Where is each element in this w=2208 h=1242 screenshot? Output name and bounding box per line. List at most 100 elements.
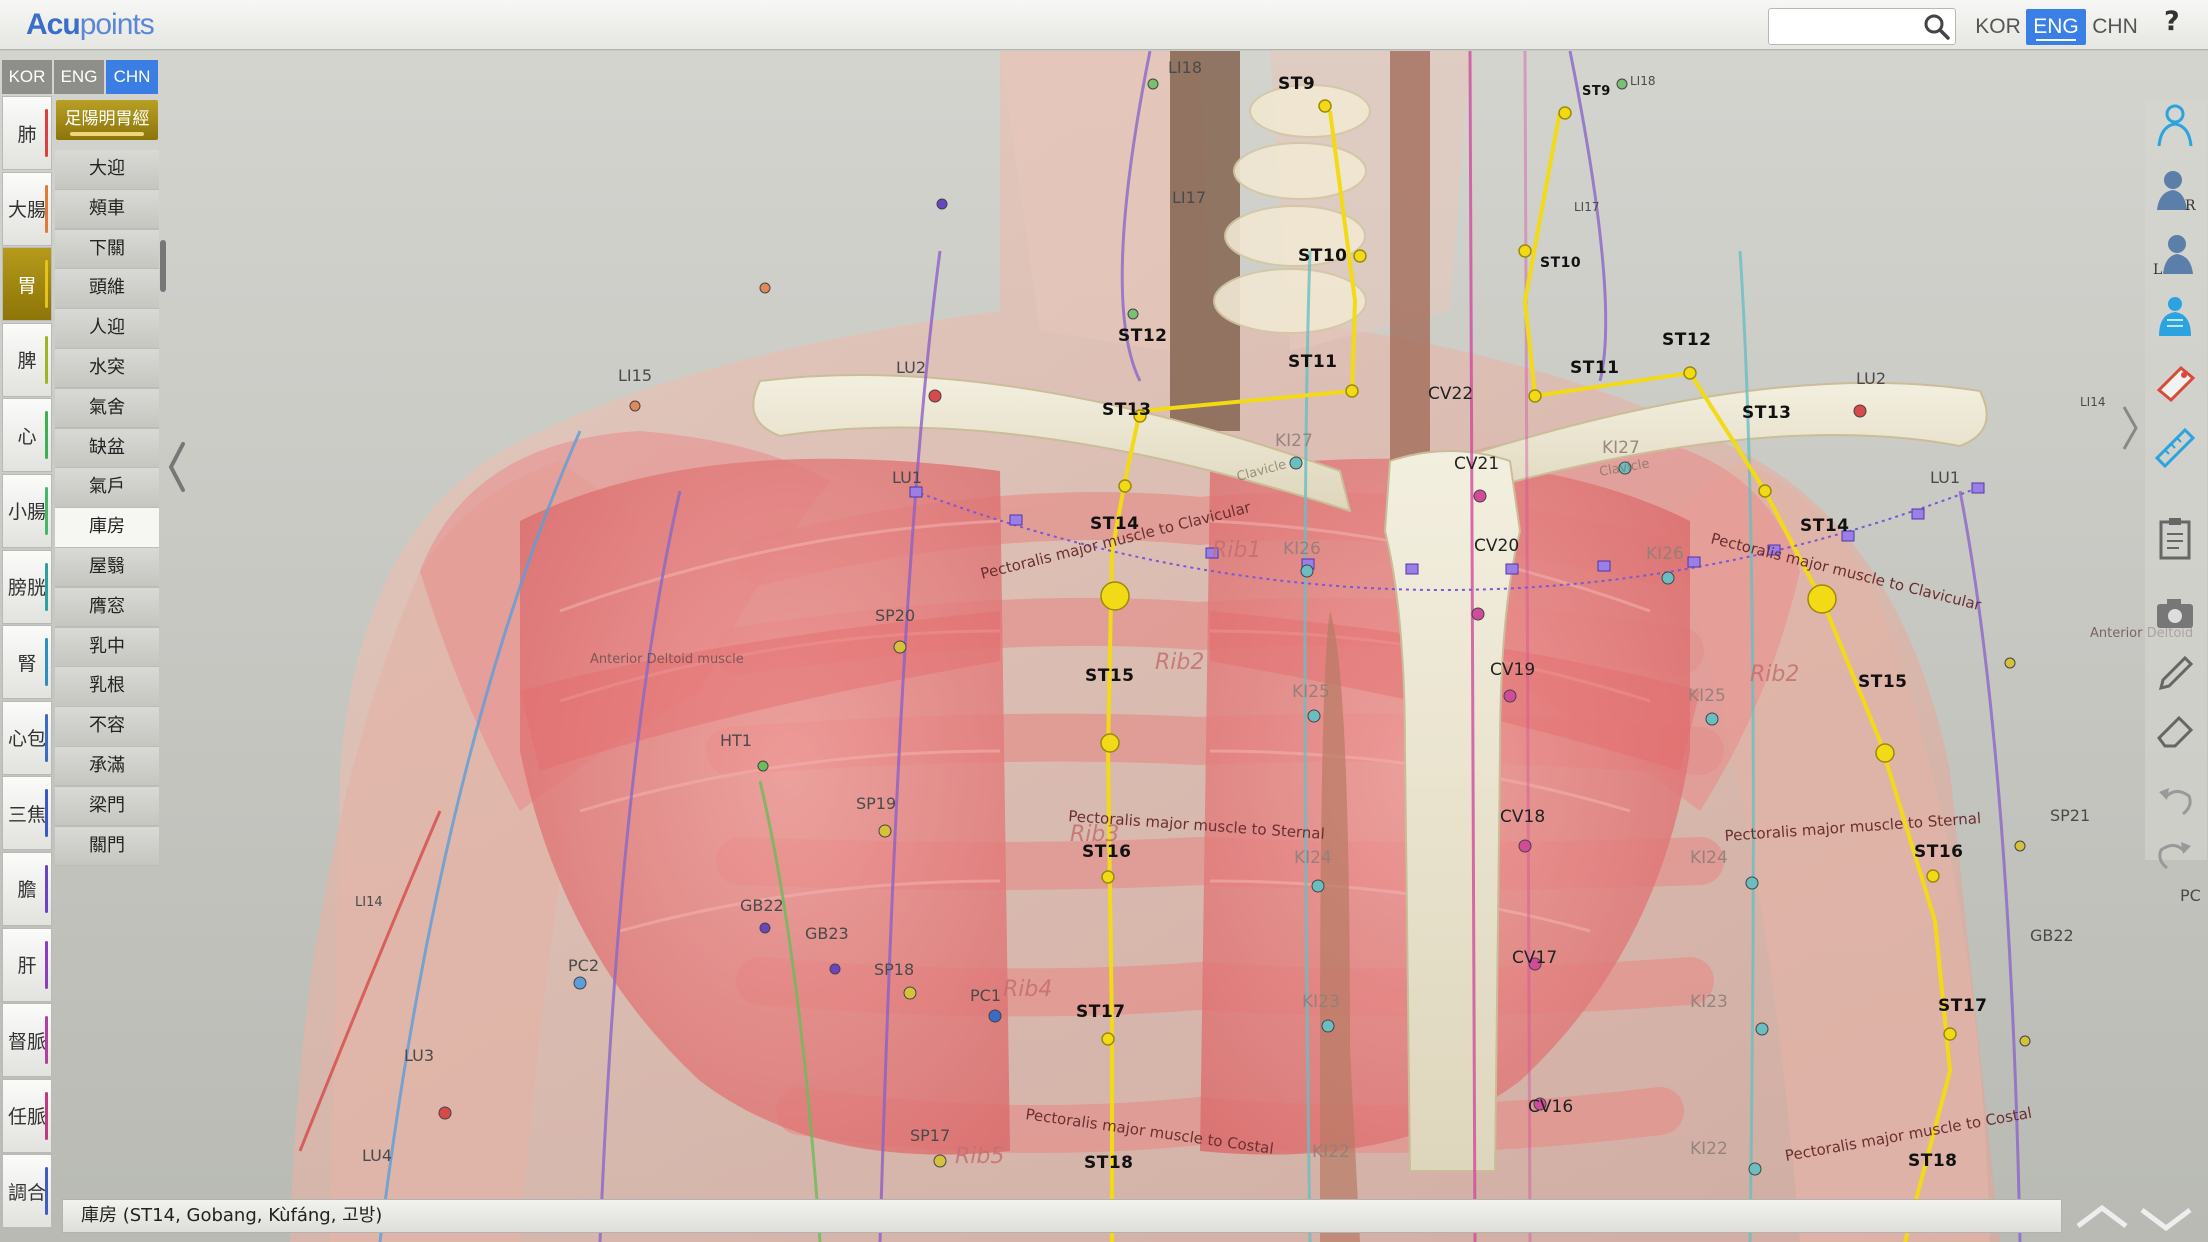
channel-combination[interactable]: 調合 (2, 1154, 52, 1229)
point-item[interactable]: 承滿 (55, 746, 159, 786)
redo-icon (2158, 842, 2191, 870)
label-cv17: CV17 (1512, 948, 1557, 968)
point-item[interactable]: 水突 (55, 348, 159, 388)
point-info-bar: 庫房 (ST14, Gobang, Kùfáng, 고방) (62, 1199, 2062, 1233)
label-lu4: LU4 (362, 1146, 392, 1165)
point-item[interactable]: 氣戶 (55, 468, 159, 507)
anatomy-3d-viewport[interactable]: ST9 ST10 ST11 ST12 ST13 ST14 ST15 ST16 S… (0, 51, 2208, 1242)
channel-kidney[interactable]: 腎 (2, 625, 52, 700)
clipboard-icon (2159, 518, 2191, 560)
channel-heart[interactable]: 心 (2, 398, 52, 473)
label-lu3: LU3 (404, 1046, 434, 1065)
label-cv18: CV18 (1500, 807, 1545, 827)
camera-button[interactable] (2147, 586, 2203, 642)
point-item[interactable]: 下關 (55, 229, 159, 269)
view-muscle-button[interactable] (2147, 290, 2203, 346)
label-st13-right: ST13 (1742, 403, 1792, 423)
channel-spleen[interactable]: 脾 (2, 322, 52, 397)
view-front-button[interactable] (2147, 98, 2203, 154)
left-lang-eng-button[interactable]: ENG (54, 60, 104, 94)
search-icon (1924, 14, 1950, 40)
anatomy-model[interactable]: ST9 ST10 ST11 ST12 ST13 ST14 ST15 ST16 S… (0, 51, 2208, 1242)
lang-eng-button[interactable]: ENG (2026, 9, 2086, 45)
point-item[interactable]: 頰車 (55, 189, 159, 229)
channel-triple-burner[interactable]: 三焦 (2, 776, 52, 851)
search-button[interactable] (1922, 12, 1952, 42)
label-ki23-left: KI23 (1302, 992, 1340, 1012)
pencil-icon (2158, 655, 2194, 691)
eraser-button[interactable] (2147, 702, 2203, 758)
body-right-icon: R (2157, 171, 2196, 214)
scroll-down-button[interactable] (2136, 1196, 2196, 1236)
channel-color-bar (45, 1167, 48, 1216)
label-st17-left: ST17 (1076, 1002, 1126, 1022)
point-item[interactable]: 不容 (55, 707, 159, 746)
lang-kor-button[interactable]: KOR (1972, 9, 2024, 45)
channel-liver[interactable]: 肝 (2, 927, 52, 1002)
channel-label: 腎 (17, 652, 37, 675)
eraser-icon (2157, 715, 2194, 748)
label-st14-right: ST14 (1800, 516, 1850, 536)
undo-button[interactable] (2147, 772, 2203, 828)
collapse-panel-button[interactable] (165, 440, 187, 494)
ruler-button[interactable] (2147, 420, 2203, 476)
body-left-icon: L (2153, 235, 2193, 278)
point-item[interactable]: 缺盆 (55, 428, 159, 468)
chevron-up-icon (2076, 1204, 2128, 1228)
point-item-selected[interactable]: 庫房 (55, 508, 159, 547)
channel-stomach[interactable]: 胃 (2, 247, 52, 322)
channel-color-bar (45, 864, 48, 913)
label-ki23-right: KI23 (1690, 992, 1728, 1012)
notes-button[interactable] (2147, 510, 2203, 566)
view-right-button[interactable]: R (2147, 162, 2203, 218)
label-li15: LI15 (618, 366, 652, 385)
label-anterior-deltoid-left: Anterior Deltoid muscle (590, 652, 744, 667)
channel-gallbladder[interactable]: 膽 (2, 851, 52, 926)
app-logo: Acupoints (26, 8, 155, 42)
point-item[interactable]: 屋翳 (55, 547, 159, 587)
point-item[interactable]: 膺窓 (55, 587, 159, 627)
label-rib1: Rib1 (1212, 538, 1261, 563)
channel-color-bar (45, 562, 48, 611)
view-left-button[interactable]: L (2147, 226, 2203, 282)
point-item[interactable]: 頭維 (55, 269, 159, 308)
point-item[interactable]: 關門 (55, 826, 159, 866)
point-item[interactable]: 人迎 (55, 309, 159, 348)
channel-bladder[interactable]: 膀胱 (2, 549, 52, 624)
help-button[interactable]: ? (2164, 6, 2180, 37)
point-list-scrollbar[interactable] (160, 240, 166, 292)
point-item[interactable]: 大迎 (55, 150, 159, 189)
label-lu1-right: LU1 (1930, 468, 1960, 487)
redo-button[interactable] (2147, 826, 2203, 882)
lang-chn-button[interactable]: CHN (2088, 9, 2142, 45)
channel-color-bar (45, 940, 48, 989)
channel-label: 肝 (17, 955, 37, 978)
point-item[interactable]: 梁門 (55, 786, 159, 826)
logo-points: points (79, 8, 155, 41)
channel-color-bar (45, 109, 48, 157)
pencil-button[interactable] (2147, 646, 2203, 702)
camera-icon (2157, 599, 2193, 628)
label-st15-right: ST15 (1858, 672, 1908, 692)
label-ki26-left: KI26 (1283, 539, 1321, 559)
point-item[interactable]: 乳根 (55, 667, 159, 706)
chevron-left-icon (168, 442, 185, 492)
point-item[interactable]: 氣舍 (55, 388, 159, 428)
tag-button[interactable] (2147, 356, 2203, 412)
left-lang-chn-button[interactable]: CHN (106, 60, 158, 94)
channel-governor-vessel[interactable]: 督脈 (2, 1003, 52, 1078)
channel-lung[interactable]: 肺 (2, 96, 52, 170)
channel-conception-vessel[interactable]: 任脈 (2, 1078, 52, 1153)
channel-large-intestine[interactable]: 大腸 (2, 171, 52, 246)
channel-color-bar (45, 486, 48, 535)
label-st12-right: ST12 (1662, 330, 1712, 350)
channel-color-bar (45, 335, 48, 384)
point-item[interactable]: 乳中 (55, 627, 159, 667)
channel-pericardium[interactable]: 心包 (2, 700, 52, 775)
expand-toolbar-button[interactable] (2116, 400, 2144, 456)
left-lang-kor-button[interactable]: KOR (2, 60, 52, 94)
scroll-up-button[interactable] (2072, 1196, 2132, 1236)
ruler-icon (2154, 427, 2196, 469)
search-input[interactable] (1769, 9, 1909, 44)
channel-small-intestine[interactable]: 小腸 (2, 473, 52, 548)
